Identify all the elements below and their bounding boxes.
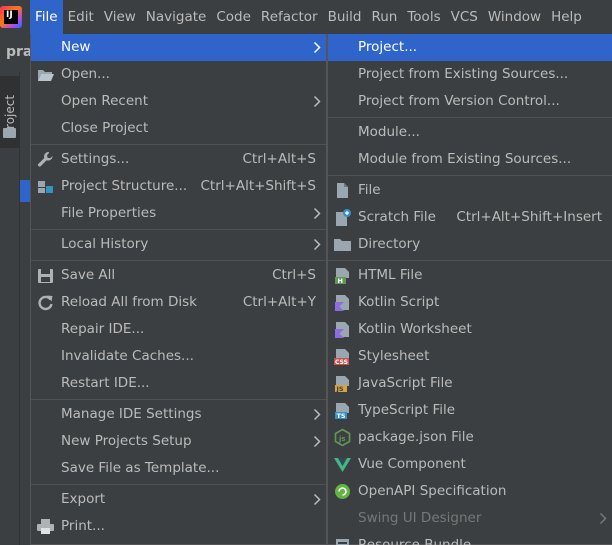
- file-menu-item-settings[interactable]: Settings... Ctrl+Alt+S: [31, 146, 326, 173]
- svg-text:CSS: CSS: [335, 359, 348, 366]
- selection-fragment: [20, 180, 30, 202]
- directory-icon: [334, 239, 351, 251]
- menu-tools[interactable]: Tools: [402, 0, 445, 34]
- menu-separator: [31, 399, 326, 400]
- javascript-file-icon: JS: [335, 376, 349, 393]
- folder-open-icon: [38, 70, 54, 81]
- file-menu-item-local-history[interactable]: Local History: [31, 231, 326, 258]
- intellij-logo-icon: IJ: [0, 6, 22, 28]
- nodejs-icon: js: [334, 428, 351, 447]
- new-menu-item-scratch-file[interactable]: Scratch File Ctrl+Alt+Shift+Insert: [328, 204, 612, 231]
- file-menu-item-manage-ide-settings[interactable]: Manage IDE Settings: [31, 401, 326, 428]
- svg-text:JS: JS: [336, 385, 344, 393]
- new-menu-item-project-from-existing-sources[interactable]: Project from Existing Sources...: [328, 61, 612, 88]
- new-menu-item-package-json[interactable]: js package.json File: [328, 424, 612, 451]
- file-menu-item-new[interactable]: New: [31, 34, 326, 61]
- file-menu-item-repair-ide[interactable]: Repair IDE...: [31, 316, 326, 343]
- new-menu-item-module-from-existing-sources[interactable]: Module from Existing Sources...: [328, 146, 612, 173]
- new-menu-item-html-file[interactable]: H HTML File: [328, 262, 612, 289]
- file-menu-item-export[interactable]: Export: [31, 486, 326, 513]
- project-structure-icon: [38, 181, 53, 193]
- kotlin-worksheet-icon: [335, 322, 349, 338]
- file-menu-item-open-recent[interactable]: Open Recent: [31, 88, 326, 115]
- menu-edit[interactable]: Edit: [63, 0, 99, 34]
- svg-text:js: js: [338, 435, 346, 443]
- openapi-icon: [335, 484, 350, 499]
- new-menu-item-project[interactable]: Project...: [328, 34, 612, 61]
- menu-separator: [328, 260, 612, 261]
- save-icon: [38, 269, 53, 283]
- new-menu-item-project-from-vcs[interactable]: Project from Version Control...: [328, 88, 612, 115]
- file-menu-item-close-project[interactable]: Close Project: [31, 115, 326, 142]
- menu-navigate[interactable]: Navigate: [141, 0, 212, 34]
- html-file-icon: H: [335, 268, 349, 285]
- chevron-right-icon: [313, 95, 321, 108]
- chevron-right-icon: [599, 512, 607, 525]
- file-icon: [337, 183, 348, 198]
- chevron-right-icon: [313, 41, 321, 54]
- new-menu-item-typescript-file[interactable]: TS TypeScript File: [328, 397, 612, 424]
- new-menu-item-swing-ui-designer: Swing UI Designer: [328, 505, 612, 532]
- file-menu-item-save-all[interactable]: Save All Ctrl+S: [31, 262, 326, 289]
- menu-bar: IJ File Edit View Navigate Code Refactor…: [0, 0, 612, 34]
- new-menu-item-kotlin-worksheet[interactable]: Kotlin Worksheet: [328, 316, 612, 343]
- menu-build[interactable]: Build: [323, 0, 367, 34]
- menu-code[interactable]: Code: [211, 0, 256, 34]
- chevron-right-icon: [313, 238, 321, 251]
- file-menu-item-reload-all[interactable]: Reload All from Disk Ctrl+Alt+Y: [31, 289, 326, 316]
- typescript-file-icon: TS: [335, 403, 349, 420]
- new-menu-item-module[interactable]: Module...: [328, 119, 612, 146]
- resource-bundle-icon: [336, 539, 349, 545]
- new-menu-item-javascript-file[interactable]: JS JavaScript File: [328, 370, 612, 397]
- file-menu-item-open[interactable]: Open...: [31, 61, 326, 88]
- new-menu-item-kotlin-script[interactable]: Kotlin Script: [328, 289, 612, 316]
- file-menu-item-invalidate-caches[interactable]: Invalidate Caches...: [31, 343, 326, 370]
- new-menu-item-vue-component[interactable]: Vue Component: [328, 451, 612, 478]
- file-menu-item-print[interactable]: Print...: [31, 513, 326, 540]
- menu-separator: [328, 117, 612, 118]
- chevron-right-icon: [313, 408, 321, 421]
- menu-refactor[interactable]: Refactor: [256, 0, 323, 34]
- ide-window: pra Project IJ File Edit View Navigate C…: [0, 0, 612, 545]
- menu-help[interactable]: Help: [546, 0, 587, 34]
- new-menu-item-resource-bundle[interactable]: Resource Bundle: [328, 532, 612, 545]
- kotlin-script-icon: [335, 295, 349, 311]
- menu-separator: [328, 175, 612, 176]
- file-menu-item-restart-ide[interactable]: Restart IDE...: [31, 370, 326, 397]
- menu-file[interactable]: File: [30, 0, 63, 34]
- new-menu-item-file[interactable]: File: [328, 177, 612, 204]
- folder-icon: [3, 128, 16, 138]
- menu-vcs[interactable]: VCS: [446, 0, 483, 34]
- scratch-file-icon: [336, 209, 351, 226]
- menu-view[interactable]: View: [99, 0, 141, 34]
- file-menu-item-new-projects-setup[interactable]: New Projects Setup: [31, 428, 326, 455]
- new-menu-item-stylesheet[interactable]: CSS Stylesheet: [328, 343, 612, 370]
- file-menu-dropdown: New Open... Open Recent Close Project Se…: [30, 34, 327, 545]
- new-submenu: Project... Project from Existing Sources…: [327, 34, 612, 545]
- file-menu-item-file-properties[interactable]: File Properties: [31, 200, 326, 227]
- chevron-right-icon: [313, 435, 321, 448]
- file-menu-item-save-file-as-template[interactable]: Save File as Template...: [31, 455, 326, 482]
- menu-separator: [31, 260, 326, 261]
- new-menu-item-openapi-specification[interactable]: OpenAPI Specification: [328, 478, 612, 505]
- new-menu-item-directory[interactable]: Directory: [328, 231, 612, 258]
- wrench-icon: [38, 152, 53, 167]
- css-file-icon: CSS: [334, 349, 349, 366]
- menu-run[interactable]: Run: [366, 0, 402, 34]
- reload-icon: [38, 295, 53, 311]
- chevron-right-icon: [313, 493, 321, 506]
- print-icon: [37, 519, 54, 534]
- project-name-partial: pra: [6, 44, 33, 60]
- vue-icon: [334, 458, 351, 472]
- chevron-right-icon: [313, 207, 321, 220]
- svg-text:H: H: [338, 277, 343, 285]
- menu-separator: [31, 229, 326, 230]
- file-menu-item-project-structure[interactable]: Project Structure... Ctrl+Alt+Shift+S: [31, 173, 326, 200]
- svg-text:TS: TS: [337, 412, 346, 420]
- menu-separator: [31, 144, 326, 145]
- menu-separator: [31, 484, 326, 485]
- menu-window[interactable]: Window: [483, 0, 546, 34]
